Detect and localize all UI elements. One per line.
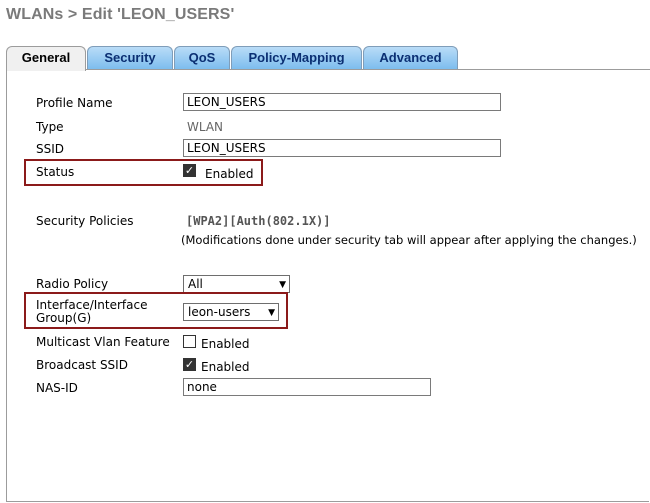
multicast-vlan-enabled-text: Enabled <box>201 337 250 351</box>
radio-policy-label: Radio Policy <box>36 277 109 291</box>
status-checkbox[interactable]: ✓ <box>183 164 196 177</box>
tab-bar: General Security QoS Policy-Mapping Adva… <box>0 46 650 71</box>
tab-general[interactable]: General <box>6 46 86 71</box>
chevron-down-icon: ▼ <box>268 308 275 318</box>
radio-policy-select[interactable]: All ▼ <box>183 275 290 293</box>
ssid-field[interactable] <box>183 139 501 157</box>
security-policies-note: (Modifications done under security tab w… <box>181 233 637 247</box>
type-label: Type <box>36 120 64 134</box>
tab-advanced[interactable]: Advanced <box>363 46 458 69</box>
status-label: Status <box>36 165 75 179</box>
tab-policy-mapping[interactable]: Policy-Mapping <box>231 46 362 69</box>
tab-qos[interactable]: QoS <box>174 46 230 69</box>
nas-id-label: NAS-ID <box>36 381 78 395</box>
status-enabled-text: Enabled <box>205 167 254 181</box>
multicast-vlan-checkbox[interactable] <box>183 335 196 348</box>
radio-policy-selected: All <box>188 277 203 291</box>
broadcast-ssid-label: Broadcast SSID <box>36 358 128 372</box>
broadcast-ssid-enabled-text: Enabled <box>201 360 250 374</box>
page-title: WLANs > Edit 'LEON_USERS' <box>6 6 235 23</box>
chevron-down-icon: ▼ <box>279 280 286 290</box>
multicast-vlan-label: Multicast Vlan Feature <box>36 335 170 349</box>
profile-name-label: Profile Name <box>36 96 113 110</box>
profile-name-field[interactable] <box>183 93 501 111</box>
interface-group-label: Interface/Interface Group(G) <box>36 299 148 325</box>
interface-group-label-line2: Group(G) <box>36 311 92 325</box>
tab-security[interactable]: Security <box>87 46 173 69</box>
interface-group-selected: leon-users <box>188 305 251 319</box>
security-policies-value: [WPA2][Auth(802.1X)] <box>186 214 331 228</box>
nas-id-field[interactable] <box>183 378 431 396</box>
security-policies-label: Security Policies <box>36 214 134 228</box>
ssid-label: SSID <box>36 142 65 156</box>
type-value: WLAN <box>187 120 224 134</box>
interface-group-select[interactable]: leon-users ▼ <box>183 303 279 321</box>
broadcast-ssid-checkbox[interactable]: ✓ <box>183 358 196 371</box>
